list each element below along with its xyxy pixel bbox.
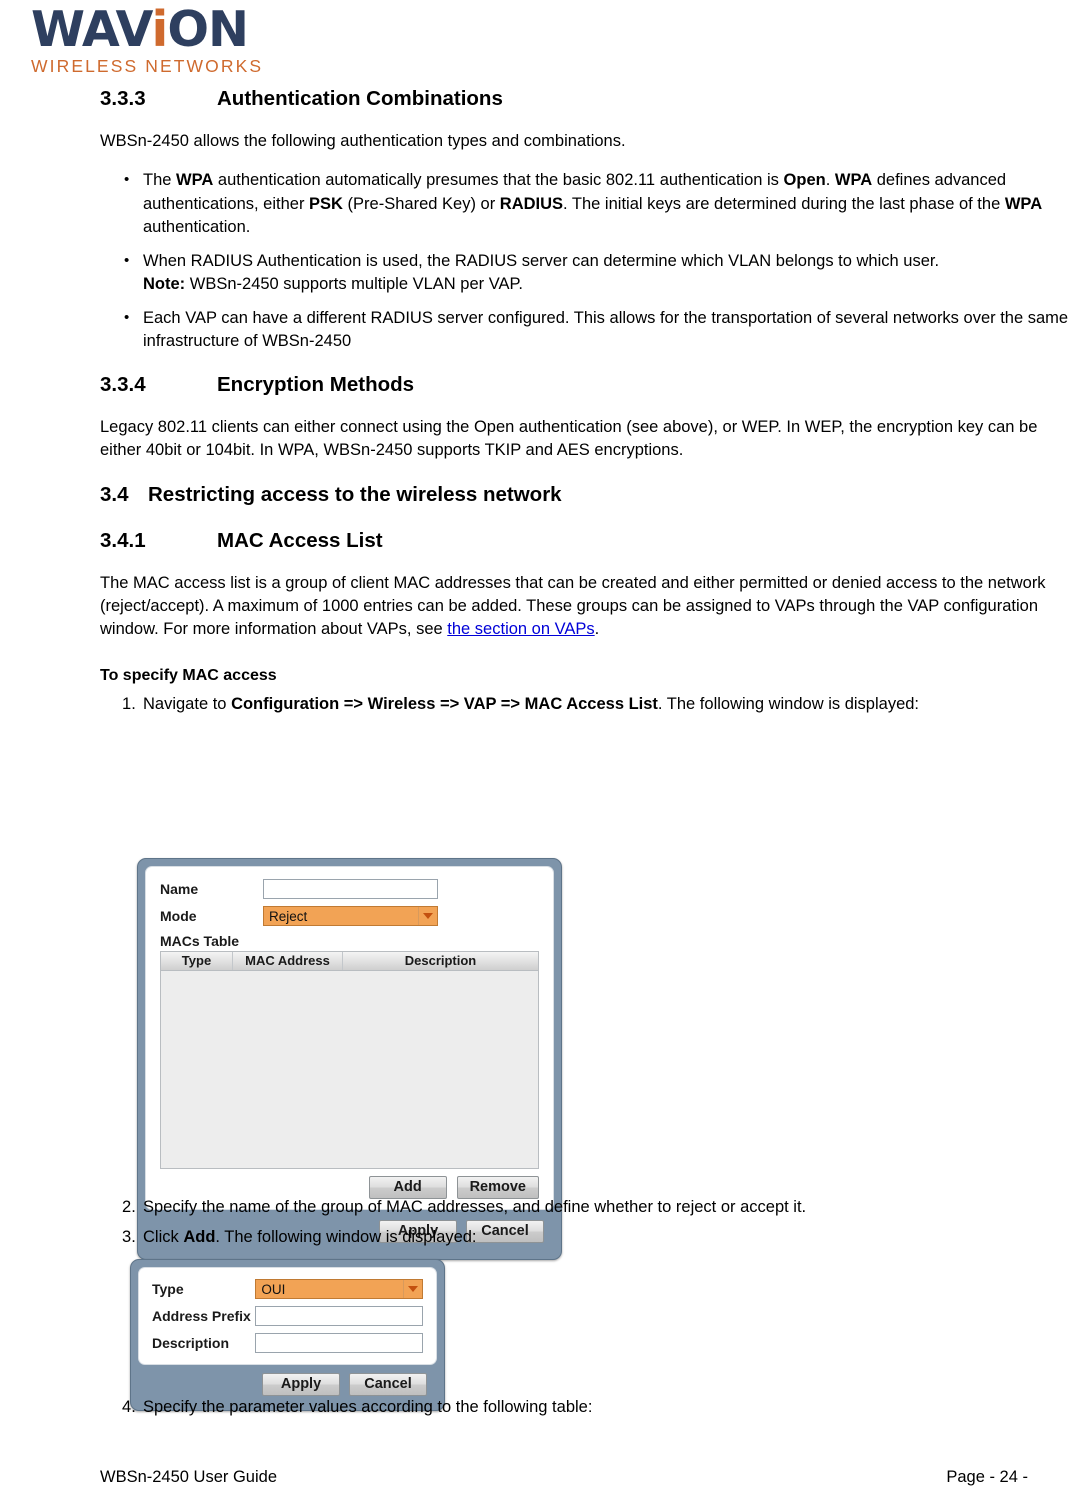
description-label: Description (152, 1335, 230, 1351)
heading-3-3-3: 3.3.3 Authentication Combinations (100, 86, 1076, 112)
chevron-down-icon[interactable] (403, 1280, 422, 1298)
mac-access-list-dialog-body: Name Mode Reject MACs Table Type MAC Add… (145, 866, 554, 1210)
type-field-row: Type OUI (152, 1279, 423, 1299)
heading-3-4-1: 3.4.1 MAC Access List (100, 528, 1076, 554)
section-3-4-1-body: The MAC access list is a group of client… (100, 572, 1076, 641)
footer-document-title: WBSn-2450 User Guide (100, 1468, 277, 1486)
document-content: 3.3.3 Authentication Combinations WBSn-24… (100, 86, 1076, 722)
logo-word-part1: WAV (31, 1, 153, 58)
cancel-button[interactable]: Cancel (349, 1372, 427, 1396)
step3-text-b: . The following window is displayed: (215, 1227, 477, 1246)
column-header-description: Description (404, 953, 477, 968)
step3-text-a: Click (143, 1227, 184, 1246)
heading-3-3-3-number: 3.3.3 (100, 87, 146, 110)
name-field-row: Name (160, 879, 539, 899)
heading-3-4: 3.4 Restricting access to the wireless ne… (100, 482, 1076, 508)
heading-3-4-1-title: MAC Access List (217, 528, 383, 552)
macs-table-title: MACs Table (160, 933, 240, 949)
step1-text-a: Navigate to (143, 694, 232, 713)
heading-3-3-4: 3.3.4 Encryption Methods (100, 372, 1076, 398)
heading-3-3-4-number: 3.3.4 (100, 372, 146, 396)
heading-3-4-1-number: 3.4.1 (100, 528, 146, 552)
macs-table: Type MAC Address Description (160, 951, 539, 1169)
list-item: When RADIUS Authentication is used, the … (100, 249, 1076, 297)
column-header-type: Type (161, 952, 233, 970)
logo-word-i: i (151, 1, 169, 58)
step1-navigation-path: Configuration => Wireless => VAP => MAC … (231, 694, 658, 713)
step1-text-b: . The following window is displayed: (657, 694, 920, 713)
type-dropdown[interactable]: OUI (255, 1279, 423, 1299)
mode-field-row: Mode Reject (160, 906, 539, 926)
name-label: Name (160, 881, 199, 897)
address-prefix-label: Address Prefix (152, 1308, 251, 1324)
add-mac-dialog: Type OUI Address Prefix Description Appl… (130, 1259, 445, 1411)
step3-add-keyword: Add (183, 1227, 216, 1246)
list-item: Each VAP can have a different RADIUS ser… (100, 306, 1076, 354)
heading-3-3-4-title: Encryption Methods (217, 372, 415, 396)
list-item: Click Add. The following window is displ… (100, 1226, 1076, 1250)
description-input[interactable] (255, 1333, 423, 1353)
address-prefix-field-row: Address Prefix (152, 1306, 423, 1326)
list-item: Specify the name of the group of MAC add… (122, 1196, 807, 1219)
type-label: Type (152, 1281, 184, 1297)
mode-selected-value: Reject (269, 908, 308, 924)
name-input[interactable] (263, 879, 438, 899)
chevron-down-icon[interactable] (418, 907, 437, 925)
heading-3-4-number: 3.4 (100, 482, 129, 506)
procedure-step-4: Specify the parameter values according t… (100, 1396, 1076, 1426)
page-footer: WBSn-2450 User Guide Page - 24 - (100, 1466, 1028, 1488)
wavion-logo: WAViON WIRELESS NETWORKS (31, 4, 323, 78)
list-item: Specify the parameter values according t… (122, 1396, 593, 1419)
procedure-steps-2-3: Specify the name of the group of MAC add… (100, 1196, 1076, 1255)
type-selected-value: OUI (261, 1281, 286, 1297)
heading-3-3-3-title: Authentication Combinations (217, 87, 503, 110)
description-field-row: Description (152, 1333, 423, 1353)
vaps-section-link[interactable]: the section on VAPs (447, 620, 594, 638)
apply-button[interactable]: Apply (262, 1372, 340, 1396)
auth-combinations-bullet-list: The WPA authentication automatically pre… (100, 168, 1076, 354)
section-3-3-4-body: Legacy 802.11 clients can either connect… (100, 417, 1038, 459)
logo-tagline: WIRELESS NETWORKS (31, 56, 264, 76)
procedure-heading: To specify MAC access (100, 666, 277, 684)
address-prefix-input[interactable] (255, 1306, 423, 1326)
mode-dropdown[interactable]: Reject (263, 906, 438, 926)
heading-3-4-title: Restricting access to the wireless netwo… (148, 482, 562, 506)
macs-table-header: Type MAC Address Description (161, 952, 538, 971)
section-3-3-3-intro: WBSn-2450 allows the following authentic… (100, 132, 626, 150)
mac-access-body-period: . (594, 619, 600, 638)
logo-word-part2: ON (167, 1, 249, 58)
procedure-step-list-end: Specify the parameter values according t… (100, 1396, 1076, 1420)
procedure-step-list-mid: Specify the name of the group of MAC add… (100, 1196, 1076, 1249)
mode-label: Mode (160, 908, 197, 924)
column-header-mac-address: MAC Address (233, 952, 343, 970)
logo-wordmark: WAViON (31, 4, 323, 56)
add-mac-dialog-body: Type OUI Address Prefix Description (138, 1267, 437, 1365)
macs-table-body[interactable] (161, 971, 538, 1168)
procedure-step-list: Navigate to Configuration => Wireless =>… (100, 693, 1076, 717)
footer-page-number: Page - 24 - (946, 1468, 1028, 1486)
list-item: The WPA authentication automatically pre… (100, 168, 1076, 240)
list-item: Navigate to Configuration => Wireless =>… (100, 693, 1076, 717)
